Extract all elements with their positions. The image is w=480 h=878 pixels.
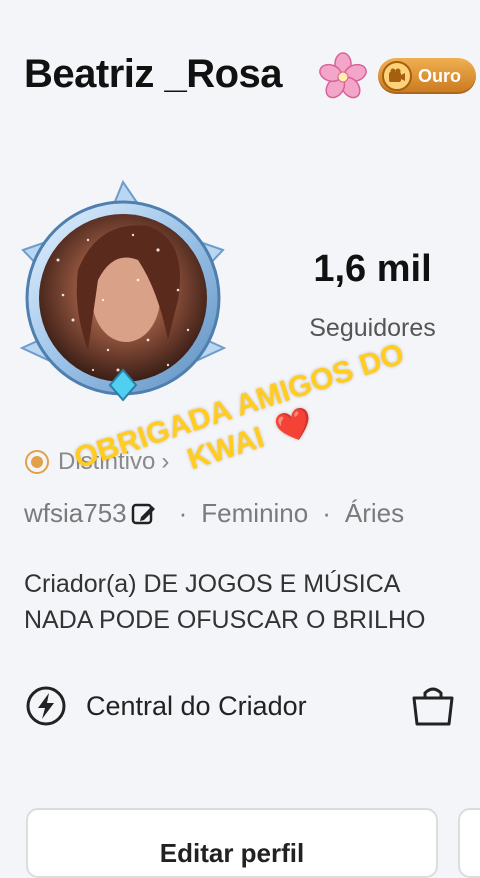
bio-line: NADA PODE OFUSCAR O BRILHO bbox=[24, 606, 426, 634]
creator-center-label: Central do Criador bbox=[86, 690, 307, 721]
followers-count[interactable]: 1,6 mil bbox=[290, 248, 455, 291]
badge-camera-icon bbox=[382, 61, 412, 91]
creator-center-button[interactable]: Central do Criador bbox=[24, 684, 307, 728]
meta-separator: · bbox=[178, 498, 188, 528]
meta-separator: · bbox=[322, 498, 331, 528]
gender: Feminino bbox=[201, 498, 309, 528]
profile-name: Beatriz _Rosa bbox=[24, 52, 283, 96]
lightning-icon bbox=[26, 686, 66, 726]
level-badge[interactable]: Ouro bbox=[378, 58, 476, 94]
shop-button[interactable] bbox=[410, 684, 474, 728]
badge-label: Ouro bbox=[418, 65, 461, 86]
bio: Criador(a) DE JOGOS E MÚSICA NADA PODE O… bbox=[24, 566, 480, 638]
zodiac-sign: Áries bbox=[344, 498, 405, 528]
cherry-blossom-icon bbox=[319, 52, 367, 99]
edit-icon[interactable] bbox=[131, 501, 157, 527]
shopping-bag-icon bbox=[412, 687, 454, 726]
bio-line: Criador(a) DE JOGOS E MÚSICA bbox=[24, 570, 401, 598]
avatar[interactable] bbox=[18, 180, 228, 410]
edit-profile-button[interactable]: Editar perfil bbox=[26, 808, 438, 878]
secondary-button[interactable] bbox=[458, 808, 480, 878]
